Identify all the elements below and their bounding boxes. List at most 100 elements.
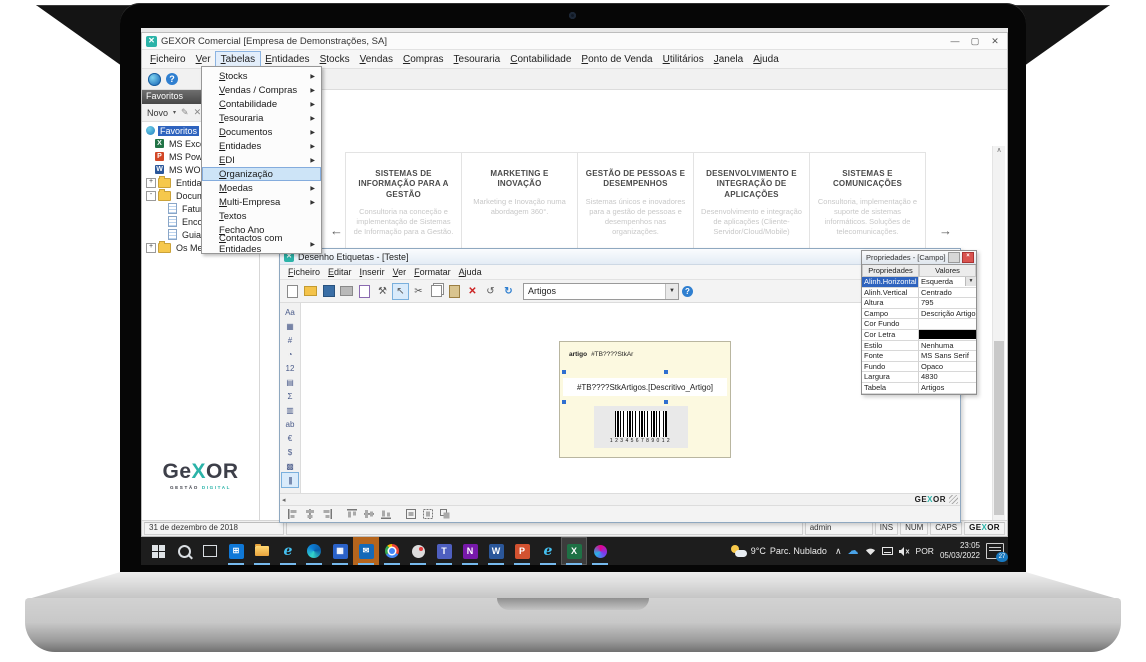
- menu-entidades[interactable]: Entidades: [260, 52, 314, 67]
- clock-tool-icon[interactable]: ◔: [282, 347, 298, 361]
- collapse-icon[interactable]: -: [146, 191, 156, 201]
- currency-tool-icon[interactable]: $: [282, 445, 298, 459]
- taskbar-paint-3d[interactable]: [587, 537, 613, 565]
- property-row[interactable]: Alinh.Horizontal Esquerda▼: [862, 277, 976, 288]
- refresh-icon[interactable]: ↻: [501, 284, 516, 299]
- scroll-left-icon[interactable]: ◂: [282, 496, 286, 504]
- menu-item-tesouraria[interactable]: Tesouraria▶: [202, 111, 321, 125]
- property-row[interactable]: FundoOpaco: [862, 362, 976, 373]
- taskbar-file-explorer[interactable]: [249, 537, 275, 565]
- copy-icon[interactable]: [429, 284, 444, 299]
- minimize-button[interactable]: —: [947, 34, 963, 48]
- align-center-vertical-icon[interactable]: [361, 508, 376, 521]
- menu-item-contactos-entidades[interactable]: Contactos com Entidades▶: [202, 237, 321, 251]
- same-height-icon[interactable]: [420, 508, 435, 521]
- same-size-icon[interactable]: [437, 508, 452, 521]
- chevron-down-icon[interactable]: ▼: [965, 277, 976, 286]
- taskbar-onenote[interactable]: N: [457, 537, 483, 565]
- cut-icon[interactable]: ✂: [411, 284, 426, 299]
- clock[interactable]: 23:05 05/03/2022: [940, 541, 980, 561]
- menu-compras[interactable]: Compras: [398, 52, 449, 67]
- tools-icon[interactable]: ⚒: [375, 284, 390, 299]
- designer-menu-ajuda[interactable]: Ajuda: [455, 266, 486, 278]
- spellcheck-tool-icon[interactable]: ab: [282, 417, 298, 431]
- onedrive-cloud-icon[interactable]: ☁: [848, 546, 859, 557]
- print-icon[interactable]: [339, 284, 354, 299]
- chevron-down-icon[interactable]: ▼: [665, 284, 678, 299]
- carousel-prev-icon[interactable]: ←: [330, 223, 343, 238]
- menu-item-stocks[interactable]: Stocks▶: [202, 69, 321, 83]
- text-tool-icon[interactable]: Aa: [282, 305, 298, 319]
- web-icon[interactable]: [148, 73, 161, 86]
- taskbar-calculator[interactable]: ▦: [327, 537, 353, 565]
- designer-menu-ver[interactable]: Ver: [389, 266, 411, 278]
- scroll-up-icon[interactable]: ∧: [993, 146, 1005, 156]
- menu-stocks[interactable]: Stocks: [315, 52, 355, 67]
- align-left-icon[interactable]: [285, 508, 300, 521]
- align-bottom-icon[interactable]: [378, 508, 393, 521]
- menu-item-edi[interactable]: EDI▶: [202, 153, 321, 167]
- language-indicator[interactable]: POR: [916, 546, 934, 556]
- property-row[interactable]: CampoDescrição Artigo: [862, 309, 976, 320]
- menu-item-multi-empresa[interactable]: Multi-Empresa▶: [202, 195, 321, 209]
- menu-utilitarios[interactable]: Utilitários: [658, 52, 709, 67]
- property-row[interactable]: FonteMS Sans Serif: [862, 351, 976, 362]
- new-icon[interactable]: [285, 284, 300, 299]
- expand-icon[interactable]: +: [146, 243, 156, 253]
- expand-icon[interactable]: +: [146, 178, 156, 188]
- table-combobox[interactable]: Artigos ▼: [523, 283, 679, 300]
- taskbar-internet-explorer-2[interactable]: e: [535, 537, 561, 565]
- taskbar-excel-active[interactable]: X: [561, 537, 587, 565]
- menu-item-textos[interactable]: Textos: [202, 209, 321, 223]
- label-field-artigo[interactable]: artigo#TB????StkAr: [569, 351, 633, 358]
- field-tool-icon[interactable]: #: [282, 333, 298, 347]
- column-valores[interactable]: Valores: [919, 265, 976, 277]
- property-row[interactable]: Cor Fundo: [862, 319, 976, 330]
- new-button[interactable]: Novo: [147, 108, 168, 118]
- weather-widget[interactable]: 9°C Parc. Nublado: [731, 545, 827, 557]
- main-scrollbar[interactable]: ∧ ∨: [992, 146, 1005, 520]
- taskbar-teams[interactable]: T: [431, 537, 457, 565]
- menu-ponto-de-venda[interactable]: Ponto de Venda: [576, 52, 657, 67]
- selection-handle[interactable]: [664, 370, 668, 374]
- barcode[interactable]: 123456789012: [594, 406, 688, 448]
- start-button[interactable]: [145, 537, 171, 565]
- volume-muted-icon[interactable]: [899, 547, 910, 556]
- designer-menu-ficheiro[interactable]: Ficheiro: [284, 266, 324, 278]
- taskbar-outlook[interactable]: ✉: [353, 537, 379, 565]
- menu-tabelas[interactable]: Tabelas: [216, 52, 260, 67]
- taskbar-chrome[interactable]: [379, 537, 405, 565]
- menu-ajuda[interactable]: Ajuda: [748, 52, 784, 67]
- designer-menu-editar[interactable]: Editar: [324, 266, 356, 278]
- delete-icon[interactable]: ✕: [465, 284, 480, 299]
- designer-menu-inserir[interactable]: Inserir: [356, 266, 389, 278]
- selection-handle[interactable]: [562, 400, 566, 404]
- taskbar-word[interactable]: W: [483, 537, 509, 565]
- pointer-tool-icon[interactable]: ↖: [393, 284, 408, 299]
- align-right-icon[interactable]: [319, 508, 334, 521]
- menu-ver[interactable]: Ver: [191, 52, 216, 67]
- menu-ficheiro[interactable]: Ficheiro: [145, 52, 191, 67]
- report-tool-icon[interactable]: ▥: [282, 403, 298, 417]
- wifi-icon[interactable]: [865, 547, 876, 556]
- property-row-cor-letra[interactable]: Cor Letra: [862, 330, 976, 341]
- taskbar-store[interactable]: ⊞: [223, 537, 249, 565]
- preview-icon[interactable]: [357, 284, 372, 299]
- menu-item-vendas-compras[interactable]: Vendas / Compras▶: [202, 83, 321, 97]
- align-center-horizontal-icon[interactable]: [302, 508, 317, 521]
- barcode-tool-icon[interactable]: |||: [282, 473, 298, 487]
- menu-janela[interactable]: Janela: [709, 52, 748, 67]
- resize-grip[interactable]: [949, 495, 958, 504]
- task-view-button[interactable]: [197, 537, 223, 565]
- label-field-descritivo[interactable]: #TB????StkArtigos.[Descritivo_Artigo]: [563, 378, 727, 396]
- edit-icon[interactable]: ✎: [181, 107, 189, 118]
- grid-tool-icon[interactable]: ▩: [282, 459, 298, 473]
- property-row[interactable]: Alinh.VerticalCentrado: [862, 288, 976, 299]
- align-top-icon[interactable]: [344, 508, 359, 521]
- taskbar-snip-sketch[interactable]: [405, 537, 431, 565]
- selection-handle[interactable]: [562, 370, 566, 374]
- menu-item-moedas[interactable]: Moedas▶: [202, 181, 321, 195]
- menu-tesouraria[interactable]: Tesouraria: [449, 52, 506, 67]
- menu-item-documentos[interactable]: Documentos▶: [202, 125, 321, 139]
- open-icon[interactable]: [303, 284, 318, 299]
